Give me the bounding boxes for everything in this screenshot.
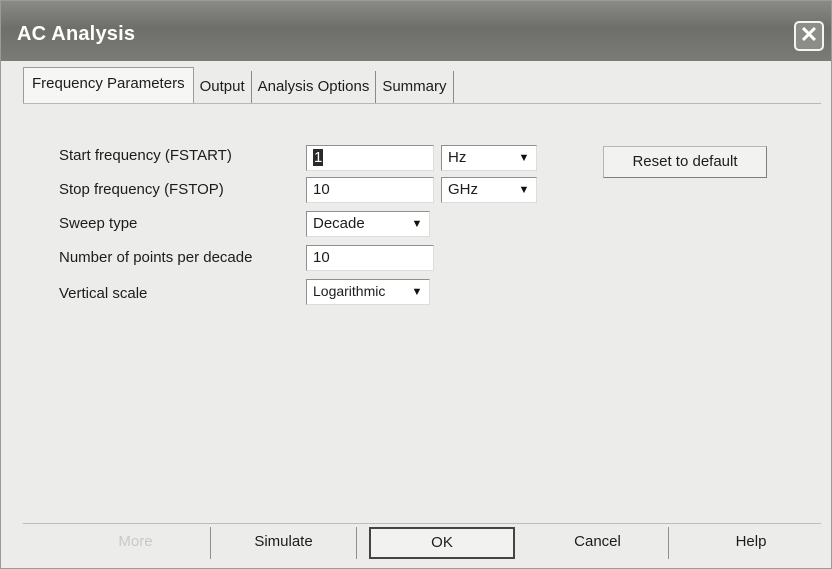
title-bar: AC Analysis ✕ [1,1,831,61]
start-frequency-unit: Hz [448,149,467,166]
more-button[interactable]: More [61,527,211,559]
stop-frequency-input[interactable]: 10 [306,177,434,203]
sweep-type-value: Decade [313,215,365,232]
chevron-down-icon: ▼ [518,184,530,196]
simulate-button[interactable]: Simulate [211,527,357,559]
ac-analysis-dialog: AC Analysis ✕ Frequency Parameters Outpu… [0,0,832,569]
stop-frequency-label: Stop frequency (FSTOP) [59,181,224,198]
sweep-type-label: Sweep type [59,215,138,232]
vertical-scale-label: Vertical scale [59,285,148,302]
tab-analysis-options[interactable]: Analysis Options [252,71,377,103]
chevron-down-icon: ▼ [411,286,423,298]
window-title: AC Analysis [17,23,136,45]
chevron-down-icon: ▼ [518,152,530,164]
close-button[interactable]: ✕ [794,21,824,51]
tab-frequency-parameters[interactable]: Frequency Parameters [23,67,194,103]
start-frequency-input[interactable]: 1 [306,145,434,171]
sweep-type-select[interactable]: Decade ▼ [306,211,430,237]
vertical-scale-value: Logarithmic [313,283,386,299]
chevron-down-icon: ▼ [411,218,423,230]
tab-output[interactable]: Output [194,71,252,103]
stop-frequency-unit-select[interactable]: GHz ▼ [441,177,537,203]
cancel-button[interactable]: Cancel [527,527,669,559]
start-frequency-value: 1 [313,149,324,166]
ok-button[interactable]: OK [369,527,515,559]
help-button[interactable]: Help [681,527,821,559]
tab-bar: Frequency Parameters Output Analysis Opt… [23,67,454,103]
tab-summary[interactable]: Summary [376,71,454,103]
start-frequency-unit-select[interactable]: Hz ▼ [441,145,537,171]
vertical-scale-select[interactable]: Logarithmic ▼ [306,279,430,305]
points-per-decade-input[interactable]: 10 [306,245,434,271]
reset-to-default-button[interactable]: Reset to default [603,146,767,178]
stop-frequency-value: 10 [313,181,330,198]
points-per-decade-value: 10 [313,249,330,266]
start-frequency-label: Start frequency (FSTART) [59,147,232,164]
stop-frequency-unit: GHz [448,181,478,198]
close-icon: ✕ [799,22,819,47]
points-per-decade-label: Number of points per decade [59,249,253,266]
